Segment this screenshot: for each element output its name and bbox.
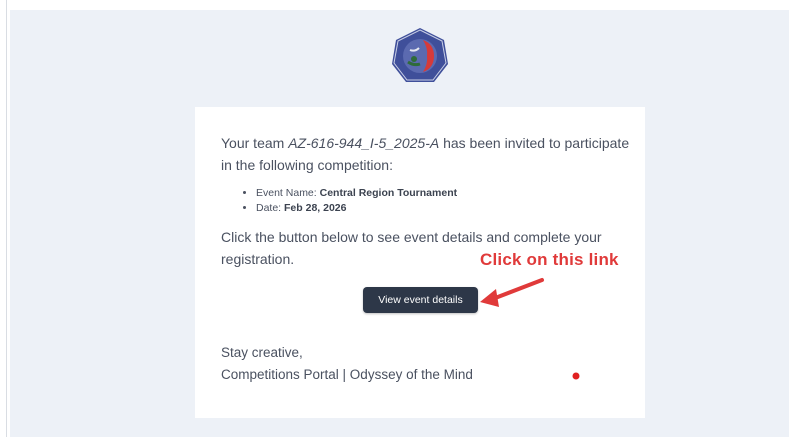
team-code: AZ-616-944_I-5_2025-A	[288, 135, 440, 151]
invite-prefix: Your team	[221, 135, 289, 151]
detail-label: Event Name:	[256, 187, 320, 199]
invite-message: Your team AZ-616-944_I-5_2025-A has been…	[221, 133, 631, 176]
event-name-value: Central Region Tournament	[319, 187, 458, 199]
signoff-line: Stay creative,	[221, 345, 303, 360]
list-item: Event Name: Central Region Tournament	[256, 186, 636, 201]
view-event-details-button[interactable]: View event details	[363, 287, 478, 313]
window-edge-divider	[6, 0, 7, 437]
event-date-value: Feb 28, 2026	[284, 201, 347, 214]
list-item: Date: Feb 28, 2026	[256, 201, 636, 216]
signature-line: Competitions Portal | Odyssey of the Min…	[221, 366, 473, 382]
email-signoff: Stay creative, Competitions Portal | Ody…	[221, 342, 631, 385]
red-dot-mark	[572, 372, 580, 380]
odyssey-logo-icon	[392, 28, 448, 82]
annotation-arrow-icon	[480, 278, 544, 307]
event-details-list: Event Name: Central Region Tournament Da…	[236, 186, 636, 215]
detail-label: Date:	[256, 201, 285, 214]
annotation-label: Click on this link	[480, 250, 619, 269]
